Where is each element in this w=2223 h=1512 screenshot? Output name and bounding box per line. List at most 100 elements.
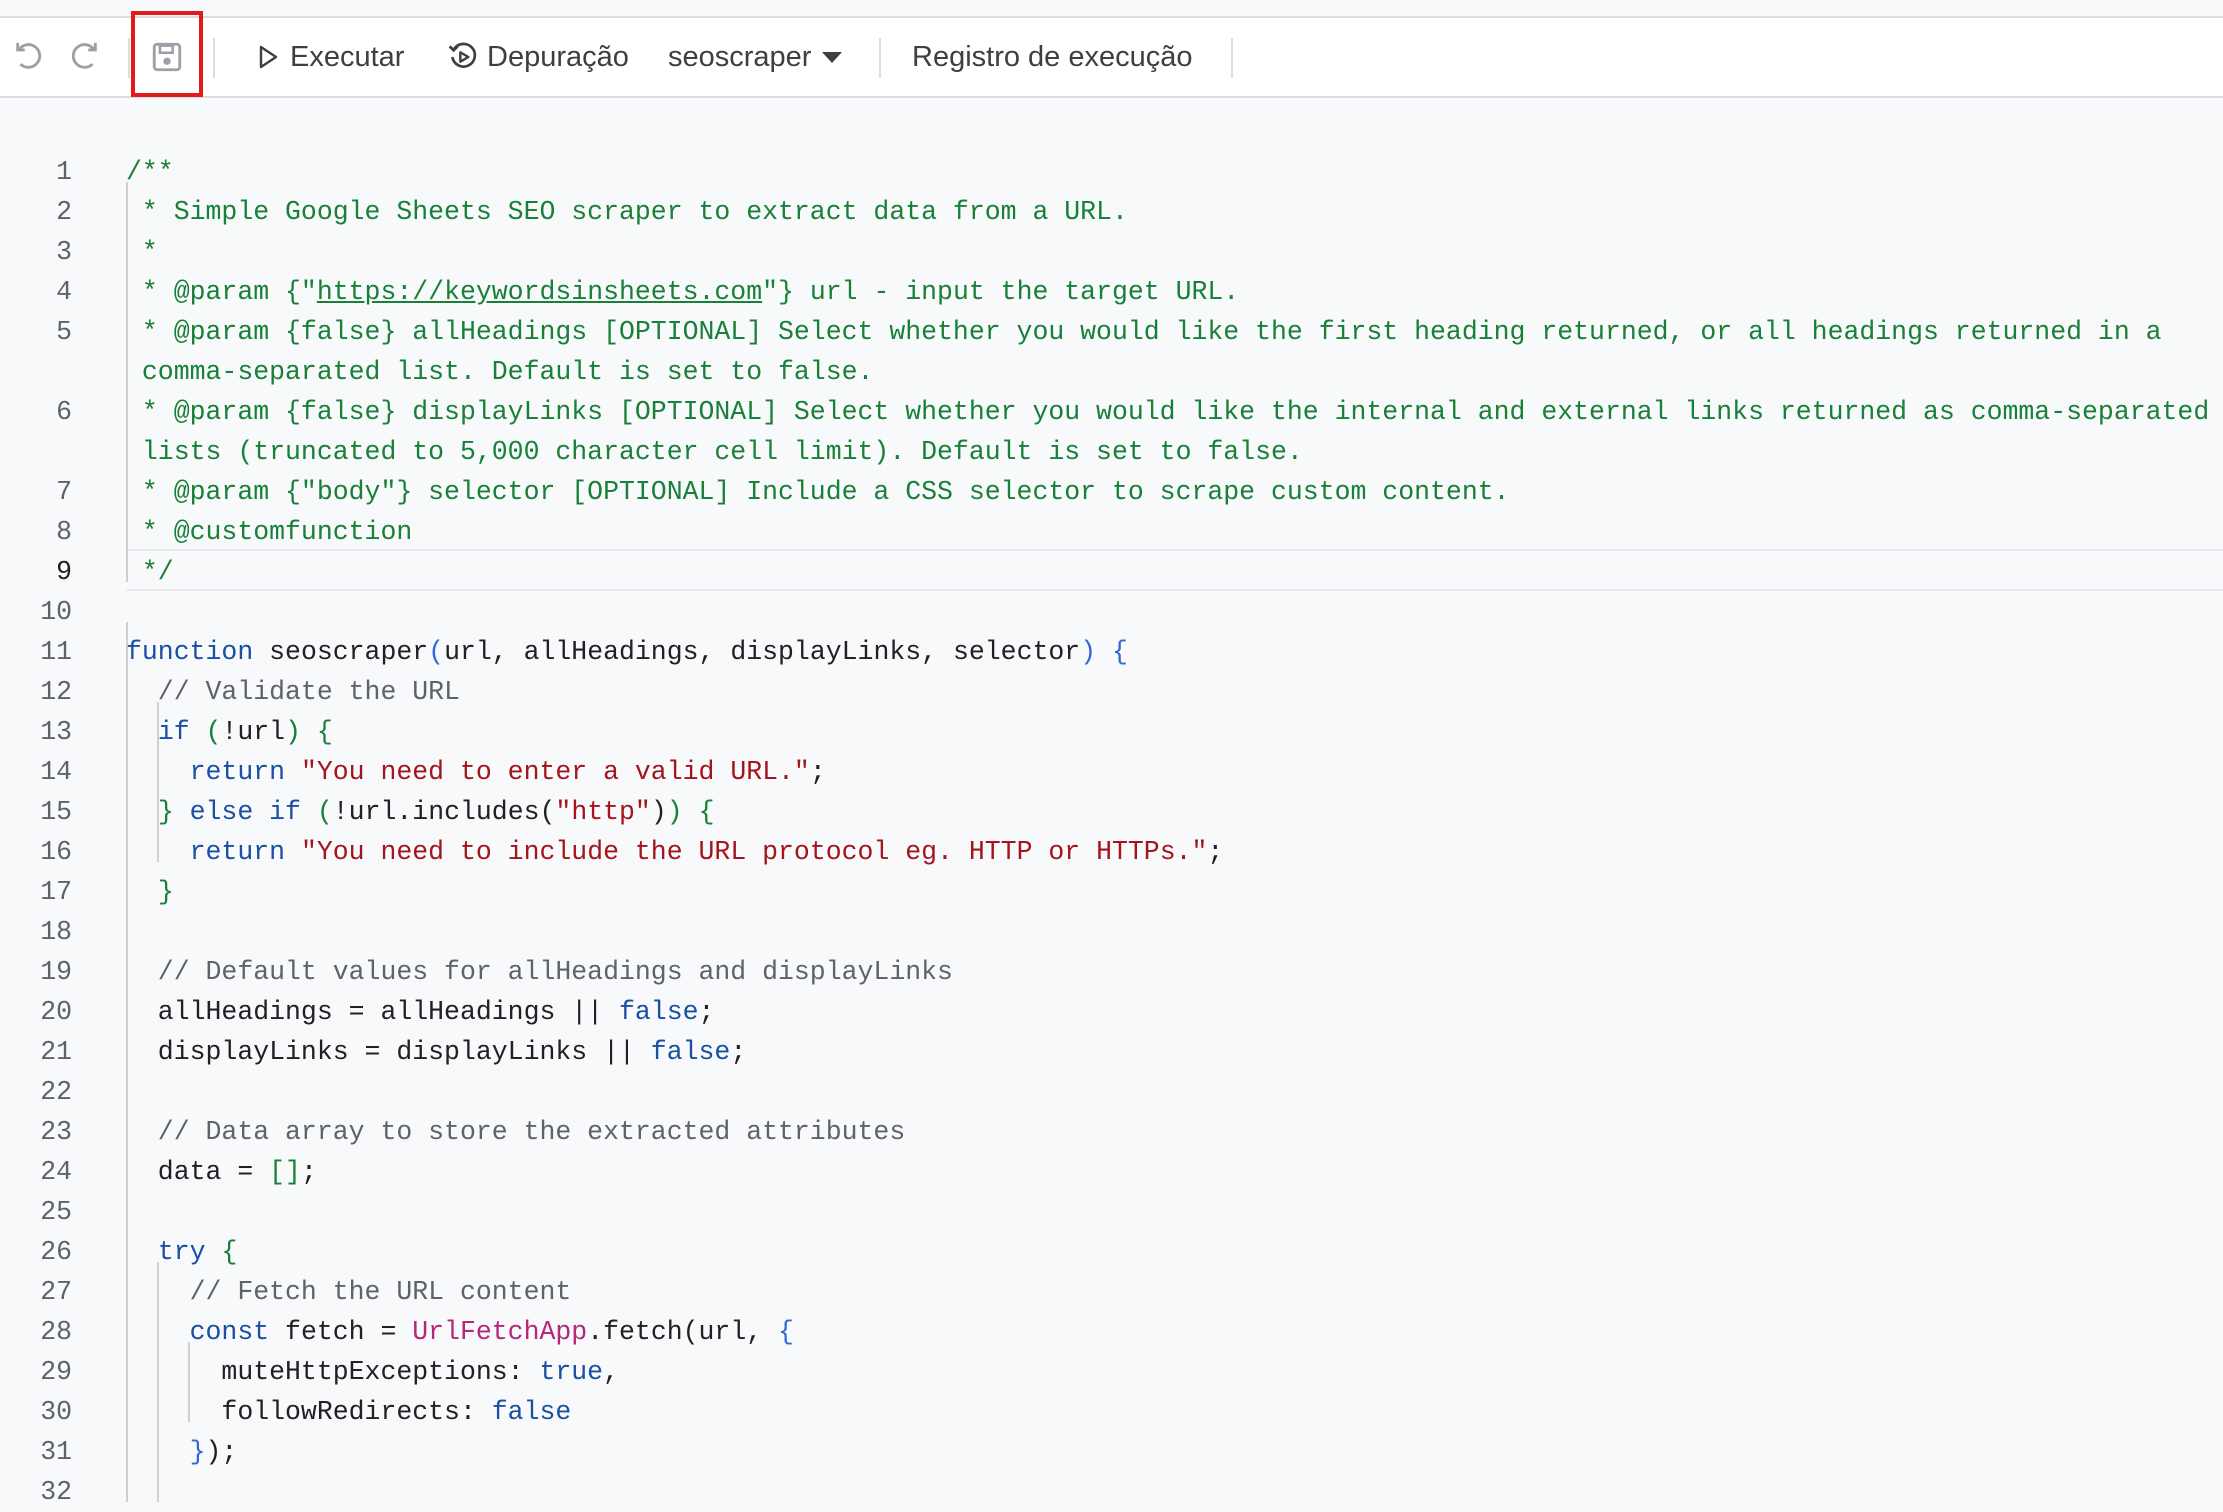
code-token: * [126,237,158,267]
code-token: ) [1080,637,1097,667]
caret-down-icon [821,50,843,64]
code-token: } [157,797,174,827]
code-token: !url [221,717,286,747]
code-token[interactable]: https://keywordsinsheets.com [317,277,762,307]
code-token: */ [126,557,174,587]
line-number: 16 [40,837,72,867]
code-editor[interactable]: 1 /** 2 * Simple Google Sheets SEO scraper… [0,152,2223,1507]
execution-log-button[interactable]: Registro de execução [912,18,1193,96]
code-text: followRedirects: false [126,1392,571,1432]
line-number: 19 [40,957,72,987]
code-token: { [1112,637,1128,667]
function-select[interactable]: seoscraper [668,18,843,96]
toolbar-divider [213,38,215,78]
code-line: 24 data = []; [0,1152,2223,1192]
code-token: } [189,1437,206,1467]
code-token: ; [300,1157,317,1187]
code-token: } [157,877,174,907]
editor-toolbar: Executar Depuração seoscraper Registro d… [0,18,2223,98]
code-token: ; [809,757,826,787]
play-icon [256,44,280,70]
code-text: }); [126,1432,238,1472]
code-token: { [778,1317,794,1347]
code-text: /** [126,152,174,192]
code-line: 21 displayLinks = displayLinks || false; [0,1032,2223,1072]
code-line: 8 * @customfunction [0,512,2223,552]
code-token: // Default values for allHeadings and di… [126,957,953,987]
code-line: 18 [0,912,2223,952]
code-text: // Default values for allHeadings and di… [126,952,953,992]
code-token: false [618,997,699,1027]
code-text: comma-separated list. Default is set to … [126,352,874,392]
code-line: 30 followRedirects: false [0,1392,2223,1432]
code-token: !url.includes( [332,797,556,827]
code-token: * @param {"body"} selector [OPTIONAL] In… [126,477,1510,507]
code-token: // Validate the URL [126,677,460,707]
redo-button[interactable] [67,18,101,96]
code-token: UrlFetchApp [412,1317,588,1347]
code-token: ) [285,717,301,747]
line-number: 17 [40,877,72,907]
code-text: * @param {false} displayLinks [OPTIONAL]… [126,392,2209,432]
code-token: [] [269,1157,301,1187]
code-token: seoscraper [253,637,429,667]
toolbar-divider [128,38,130,78]
code-line: 12 // Validate the URL [0,672,2223,712]
line-number: 26 [40,1237,72,1267]
line-number: 20 [40,997,72,1027]
code-text: lists (truncated to 5,000 character cell… [126,432,1303,472]
code-line: 29 muteHttpExceptions: true, [0,1352,2223,1392]
debug-label: Depuração [487,40,629,73]
code-text: allHeadings = allHeadings || false; [126,992,715,1032]
debug-button[interactable]: Depuração [447,18,629,96]
code-text: // Data array to store the extracted att… [126,1112,905,1152]
code-line: 6 * @param {false} displayLinks [OPTIONA… [0,392,2223,432]
line-number: 6 [56,397,72,427]
line-number: 18 [40,917,72,947]
code-token: * Simple Google Sheets SEO scraper to ex… [126,197,1128,227]
line-number: 13 [40,717,72,747]
line-number: 12 [40,677,72,707]
line-number: 29 [40,1357,72,1387]
code-text: */ [126,552,174,592]
code-line: lists (truncated to 5,000 character cell… [0,432,2223,472]
code-token: displayLinks = displayLinks || [126,1037,651,1067]
code-token: followRedirects: [126,1397,492,1427]
code-text: return "You need to enter a valid URL."; [126,752,826,792]
line-number: 24 [40,1157,72,1187]
line-number: 14 [40,757,72,787]
code-token: allHeadings = allHeadings || [126,997,619,1027]
code-token: true [539,1357,604,1387]
code-token: ( [428,637,445,667]
code-text: data = []; [126,1152,317,1192]
run-button[interactable]: Executar [256,18,404,96]
line-number: 21 [40,1037,72,1067]
line-number: 4 [56,277,72,307]
undo-button[interactable] [12,18,46,96]
code-text: } [126,872,174,912]
code-text: try { [126,1232,238,1272]
code-line: 32 [0,1472,2223,1512]
code-token: if [157,717,190,747]
code-token: * @customfunction [126,517,413,547]
code-token: data = [126,1157,270,1187]
code-token: // Data array to store the extracted att… [126,1117,906,1147]
line-number: 15 [40,797,72,827]
code-token: try [157,1237,206,1267]
code-token: ) [650,797,667,827]
code-line: 26 try { [0,1232,2223,1272]
code-line: 14 return "You need to enter a valid URL… [0,752,2223,792]
line-number: 25 [40,1197,72,1227]
code-line: 20 allHeadings = allHeadings || false; [0,992,2223,1032]
line-number: 9 [56,557,72,587]
code-text: * [126,232,158,272]
